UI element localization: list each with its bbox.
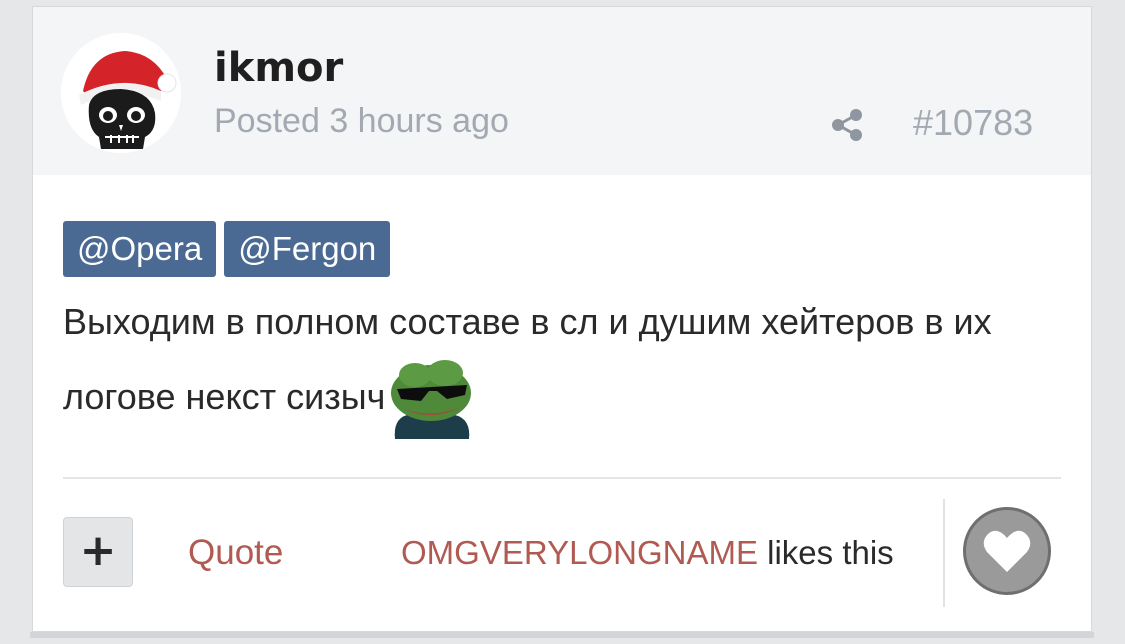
posted-label: Posted	[214, 102, 320, 140]
pepe-sunglasses-icon	[385, 359, 477, 439]
mention-fergon[interactable]: @Fergon	[224, 221, 391, 277]
heart-icon	[983, 530, 1031, 572]
share-icon[interactable]	[829, 107, 865, 143]
post-shadow	[30, 632, 1094, 638]
forum-post: ikmor Posted 3 hours ago #10783 @Opera @F…	[32, 6, 1092, 632]
skull-santa-hat-icon	[61, 33, 181, 153]
post-timestamp: Posted 3 hours ago	[214, 101, 509, 141]
divider	[63, 477, 1061, 479]
posted-time: 3 hours ago	[329, 102, 509, 140]
vertical-divider	[943, 499, 945, 607]
likes-info: OMGVERYLONGNAME likes this	[401, 533, 894, 573]
post-body-text: Выходим в полном составе в сл и душим хе…	[63, 301, 992, 417]
post-body: Выходим в полном составе в сл и душим хе…	[63, 285, 1053, 439]
quote-link[interactable]: Quote	[188, 533, 283, 573]
likes-suffix: likes this	[767, 534, 894, 571]
mentions-row: @Opera @Fergon	[63, 221, 398, 277]
post-header: ikmor Posted 3 hours ago #10783	[33, 7, 1091, 175]
mention-opera[interactable]: @Opera	[63, 221, 217, 277]
liker-name-link[interactable]: OMGVERYLONGNAME	[401, 534, 758, 571]
post-number-link[interactable]: #10783	[913, 103, 1033, 143]
multiquote-plus-button[interactable]: +	[63, 517, 133, 587]
username[interactable]: ikmor	[214, 44, 343, 92]
like-button[interactable]	[963, 507, 1051, 595]
avatar[interactable]	[61, 33, 181, 153]
